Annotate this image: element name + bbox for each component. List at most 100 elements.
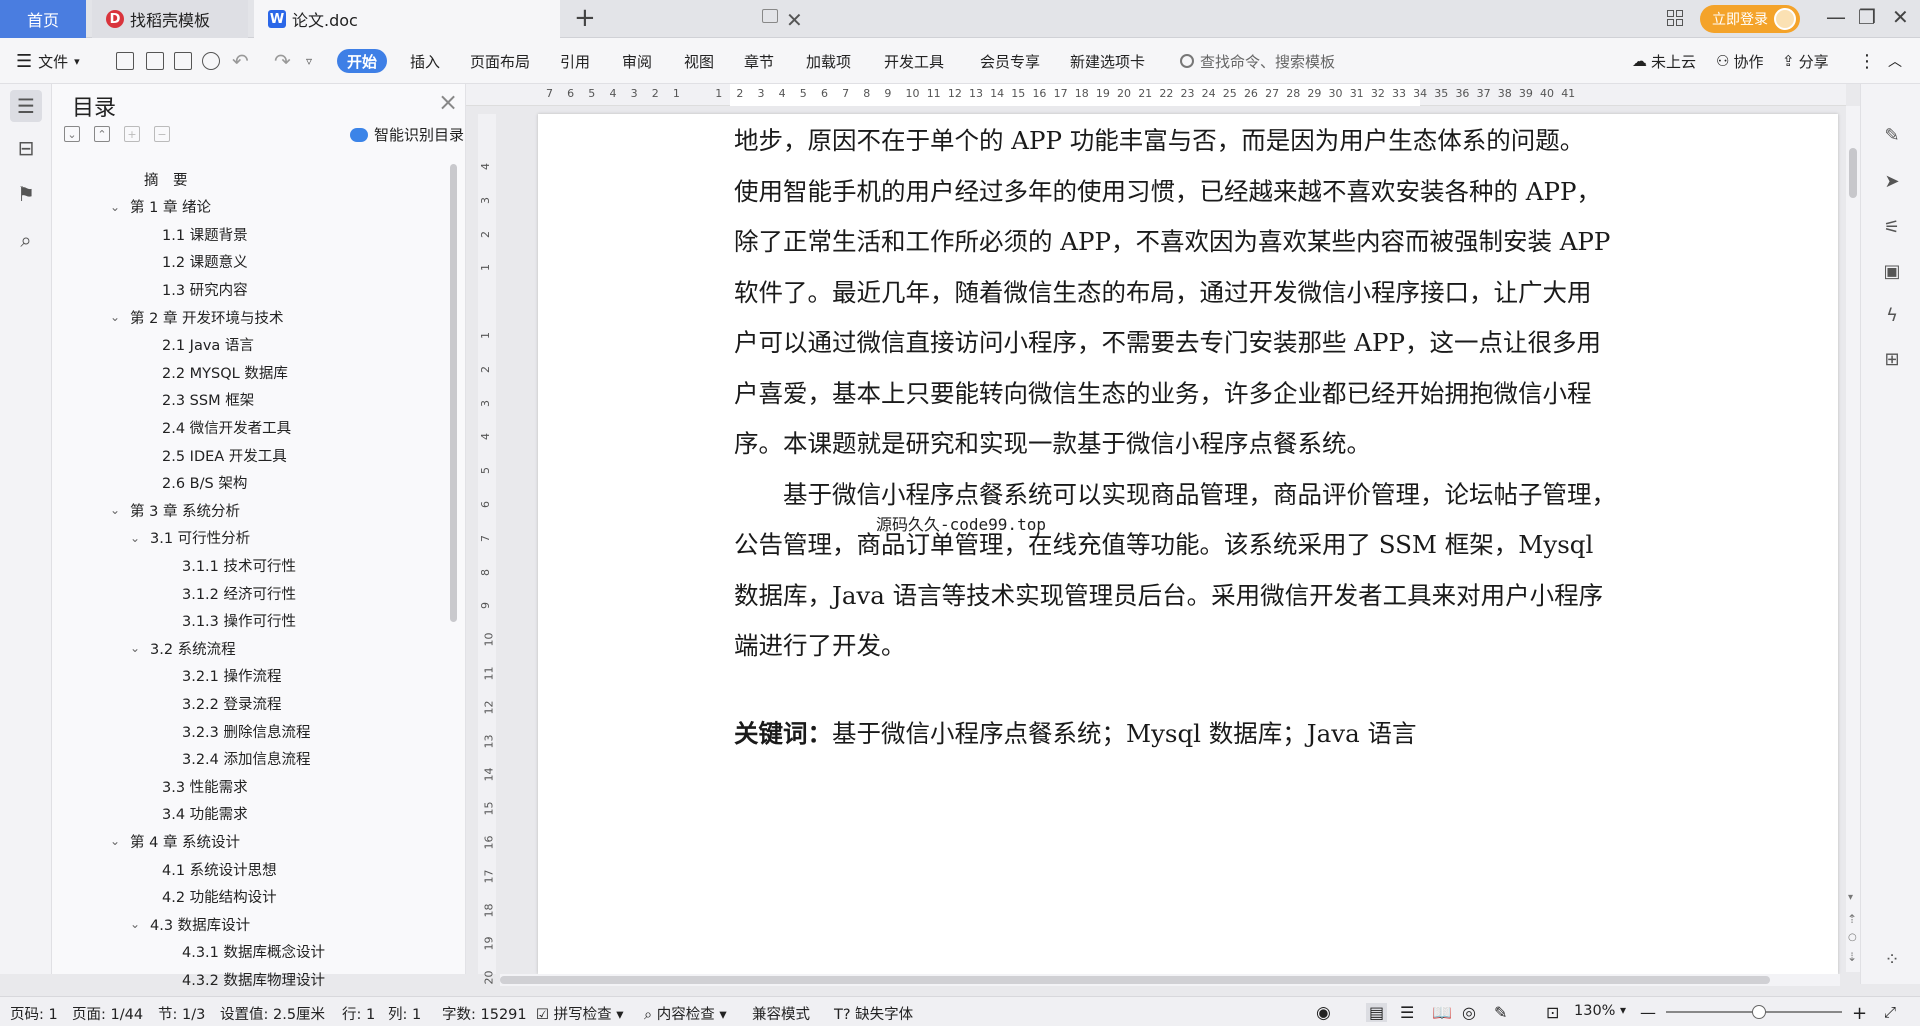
toc-item[interactable]: 摘 要 [144, 166, 188, 192]
restore-icon[interactable]: ❐ [1858, 5, 1876, 29]
status-page-no[interactable]: 页码: 1 [10, 1003, 58, 1024]
toc-item[interactable]: 4.3.1 数据库概念设计 [182, 939, 325, 965]
zoom-dropdown-icon[interactable]: ▾ [1620, 1003, 1626, 1017]
select-cursor-icon[interactable]: ➤ [1881, 170, 1903, 192]
tab-home[interactable]: 首页 [0, 0, 86, 38]
toc-item[interactable]: ⌄ 4.3 数据库设计 [130, 911, 250, 937]
status-pages[interactable]: 页面: 1/44 [72, 1003, 143, 1024]
toc-item[interactable]: ⌄ 第 3 章 系统分析 [110, 497, 240, 523]
toc-item[interactable]: ⌄ 第 4 章 系统设计 [110, 828, 240, 854]
scroll-down-arrow-icon[interactable]: ▾ [1848, 892, 1853, 903]
minimize-icon[interactable]: — [1826, 5, 1846, 29]
vertical-scroll-thumb[interactable] [1849, 148, 1857, 198]
save-icon[interactable] [116, 52, 134, 70]
zoom-in-icon[interactable]: + [1852, 1003, 1867, 1024]
toc-item[interactable]: 3.4 功能需求 [162, 801, 248, 827]
toc-item[interactable]: 1.1 课题背景 [162, 221, 248, 247]
file-menu[interactable]: ☰ 文件 ▾ [16, 38, 80, 84]
more-icon[interactable]: ⋮ [1858, 38, 1876, 84]
tab-new[interactable]: 新建选项卡 [1070, 38, 1145, 84]
next-page-icon[interactable]: ⇣ [1847, 950, 1857, 964]
expand-all-icon[interactable]: ⌃ [94, 126, 110, 142]
bookmark-icon[interactable]: ⚑ [14, 182, 38, 206]
outline-icon[interactable]: ☰ [10, 90, 42, 122]
toc-item[interactable]: 4.2 功能结构设计 [162, 884, 277, 910]
customize-dropdown-icon[interactable]: ▿ [306, 38, 312, 84]
fit-page-icon[interactable]: ⊡ [1546, 1003, 1559, 1022]
toc-item[interactable]: 4.3.2 数据库物理设计 [182, 966, 325, 992]
eye-protection-icon[interactable]: ◉ [1316, 1003, 1331, 1023]
toc-item[interactable]: ⌄ 第 1 章 绪论 [110, 194, 211, 220]
collab-button[interactable]: ⚇ 协作 [1716, 38, 1763, 84]
export-pdf-icon[interactable] [146, 52, 164, 70]
login-button[interactable]: 立即登录 [1700, 5, 1800, 33]
zoom-out-icon[interactable]: — [1640, 1003, 1656, 1022]
share-button[interactable]: ⇪ 分享 [1782, 38, 1829, 84]
toc-item[interactable]: 3.2.1 操作流程 [182, 663, 282, 689]
command-search[interactable]: 查找命令、搜索模板 [1180, 38, 1335, 84]
tab-devtools[interactable]: 开发工具 [884, 38, 944, 84]
zoom-slider-knob[interactable] [1752, 1005, 1766, 1019]
toc-item[interactable]: 1.3 研究内容 [162, 276, 248, 302]
status-words[interactable]: 字数: 15291 [442, 1003, 527, 1024]
remove-heading-icon[interactable]: − [154, 126, 170, 142]
chevron-down-icon[interactable]: ⌄ [130, 531, 144, 545]
apps-grid-icon[interactable] [1667, 10, 1683, 26]
tab-member[interactable]: 会员专享 [980, 38, 1040, 84]
horizontal-scroll-thumb[interactable] [500, 976, 1770, 984]
tab-document[interactable]: W 论文.doc ✕ [254, 0, 803, 38]
content-check-button[interactable]: ⌕ 内容检查 ▾ [644, 1003, 727, 1024]
toc-close-icon[interactable]: × [438, 88, 458, 116]
tab-start[interactable]: 开始 [337, 49, 388, 73]
toc-item[interactable]: 2.5 IDEA 开发工具 [162, 442, 287, 468]
tab-page-layout[interactable]: 页面布局 [470, 38, 530, 84]
toc-item[interactable]: ⌄ 第 2 章 开发环境与技术 [110, 304, 284, 330]
tab-insert[interactable]: 插入 [410, 38, 440, 84]
tab-view[interactable]: 视图 [684, 38, 714, 84]
horizontal-scrollbar[interactable] [500, 974, 1840, 986]
web-view-icon[interactable]: ◎ [1462, 1003, 1476, 1022]
spell-check-button[interactable]: ☑ 拼写检查 ▾ [536, 1003, 624, 1024]
horizontal-ruler[interactable]: 7 6 5 4 3 2 1 1 2 3 4 5 6 7 8 9 10 11 12 13 14 15 16 17 18 19 20 21… [466, 84, 1846, 106]
toc-item[interactable]: 3.2.2 登录流程 [182, 690, 282, 716]
toc-item[interactable]: 2.2 MYSQL 数据库 [162, 359, 288, 385]
prev-page-icon[interactable]: ⇡ [1847, 912, 1857, 926]
cloud-button[interactable]: ☁ 未上云 [1632, 38, 1696, 84]
status-setting[interactable]: 设置值: 2.5厘米 [220, 1003, 325, 1024]
tab-addins[interactable]: 加载项 [806, 38, 851, 84]
folder-icon[interactable]: ⊟ [14, 136, 38, 160]
tab-review[interactable]: 审阅 [622, 38, 652, 84]
chevron-down-icon[interactable]: ⌄ [130, 917, 144, 931]
find-icon[interactable]: ⌕ [14, 228, 38, 252]
missing-fonts-button[interactable]: T? 缺失字体 [834, 1003, 913, 1024]
adjust-icon[interactable]: ⚟ [1881, 216, 1903, 238]
toc-item[interactable]: 3.3 性能需求 [162, 773, 248, 799]
toc-item[interactable]: 1.2 课题意义 [162, 249, 248, 275]
pen-icon[interactable]: ✎ [1881, 124, 1903, 146]
outline-view-icon[interactable]: ☰ [1400, 1003, 1414, 1022]
add-heading-icon[interactable]: + [124, 126, 140, 142]
status-row[interactable]: 行: 1 [342, 1003, 375, 1024]
chevron-down-icon[interactable]: ⌄ [110, 310, 124, 324]
zoom-level[interactable]: 130% [1574, 1003, 1615, 1019]
print-preview-icon[interactable] [202, 52, 220, 70]
chevron-down-icon[interactable]: ⌄ [130, 641, 144, 655]
select-browse-icon[interactable]: ○ [1848, 932, 1857, 943]
image-icon[interactable]: ▣ [1881, 260, 1903, 282]
book-search-icon[interactable]: ⊞ [1881, 348, 1903, 370]
write-view-icon[interactable]: ✎ [1494, 1003, 1507, 1022]
vertical-ruler[interactable]: 4 3 2 1 1 2 3 4 5 6 7 8 9 10 11 12 13 14 15 16 17 18 19 20 [478, 114, 496, 985]
tab-chapter[interactable]: 章节 [744, 38, 774, 84]
lightning-icon[interactable]: ϟ [1881, 304, 1903, 326]
collapse-all-icon[interactable]: ⌄ [64, 126, 80, 142]
toc-item[interactable]: 2.6 B/S 架构 [162, 470, 247, 496]
toc-item[interactable]: 2.3 SSM 框架 [162, 387, 254, 413]
close-window-icon[interactable]: ✕ [1892, 5, 1909, 29]
reading-view-icon[interactable]: 📖 [1432, 1003, 1452, 1022]
status-col[interactable]: 列: 1 [388, 1003, 421, 1024]
redo-icon[interactable]: ↷ [274, 38, 291, 84]
compat-mode[interactable]: 兼容模式 [752, 1003, 810, 1024]
status-section[interactable]: 节: 1/3 [158, 1003, 205, 1024]
toc-item[interactable]: 3.1.3 操作可行性 [182, 608, 296, 634]
new-tab-button[interactable]: + [574, 3, 596, 33]
